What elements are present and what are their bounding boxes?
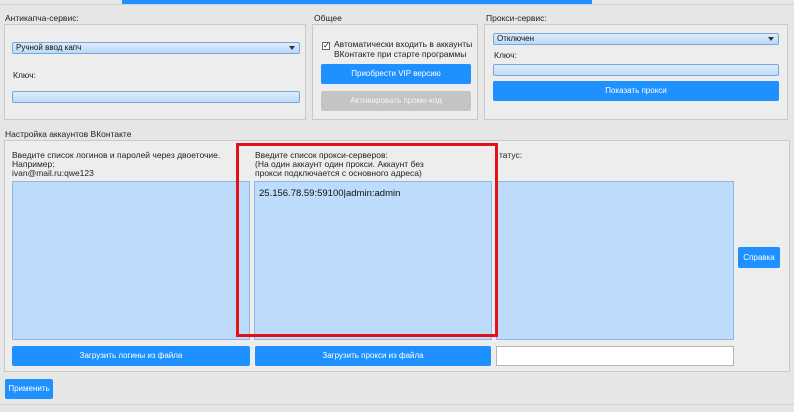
proxies-hint-line-3: прокси подключается с основного адреса) bbox=[255, 168, 422, 178]
status-output-field[interactable] bbox=[496, 346, 734, 366]
logins-hint-line-3: ivan@mail.ru:qwe123 bbox=[12, 168, 94, 178]
proxy-service-select[interactable]: Отключен bbox=[493, 33, 779, 45]
load-proxies-button[interactable]: Загрузить прокси из файла bbox=[255, 346, 491, 366]
check-icon: ✓ bbox=[323, 41, 330, 50]
status-textarea[interactable] bbox=[496, 181, 734, 340]
anticaptcha-key-input[interactable] bbox=[12, 91, 300, 103]
chevron-down-icon bbox=[289, 46, 295, 50]
anticaptcha-group bbox=[4, 24, 306, 120]
activate-promo-button[interactable]: Активировать промо-код bbox=[321, 91, 471, 111]
load-logins-button[interactable]: Загрузить логины из файла bbox=[12, 346, 250, 366]
chevron-down-icon bbox=[768, 37, 774, 41]
apply-button[interactable]: Применить bbox=[5, 379, 53, 399]
proxies-textarea[interactable]: 25.156.78.59:59100|admin:admin bbox=[254, 181, 492, 340]
proxy-service-key-label: Ключ: bbox=[494, 50, 517, 60]
anticaptcha-group-label: Антикапча-сервис: bbox=[5, 13, 79, 23]
auto-login-label: Автоматически входить в аккаунты ВКонтак… bbox=[334, 39, 473, 59]
bottom-divider bbox=[0, 404, 794, 405]
proxy-service-group-label: Прокси-сервис: bbox=[486, 13, 547, 23]
anticaptcha-select[interactable]: Ручной ввод капч bbox=[12, 42, 300, 54]
anticaptcha-key-label: Ключ: bbox=[13, 70, 36, 80]
help-button[interactable]: Справка bbox=[738, 247, 780, 268]
auto-login-checkbox[interactable]: ✓ bbox=[322, 42, 330, 50]
top-divider bbox=[0, 4, 794, 5]
proxy-service-key-input[interactable] bbox=[493, 64, 779, 76]
show-proxies-button[interactable]: Показать прокси bbox=[493, 81, 779, 101]
anticaptcha-select-value: Ручной ввод капч bbox=[16, 43, 82, 52]
proxies-textarea-value: 25.156.78.59:59100|admin:admin bbox=[259, 188, 401, 199]
accounts-group-label: Настройка аккаунтов ВКонтакте bbox=[5, 129, 132, 139]
proxy-service-select-value: Отключен bbox=[497, 34, 535, 43]
general-group-label: Общее bbox=[314, 13, 342, 23]
logins-textarea[interactable] bbox=[12, 181, 250, 340]
status-label: татус: bbox=[499, 150, 523, 160]
buy-vip-button[interactable]: Приобрести VIP версию bbox=[321, 64, 471, 84]
